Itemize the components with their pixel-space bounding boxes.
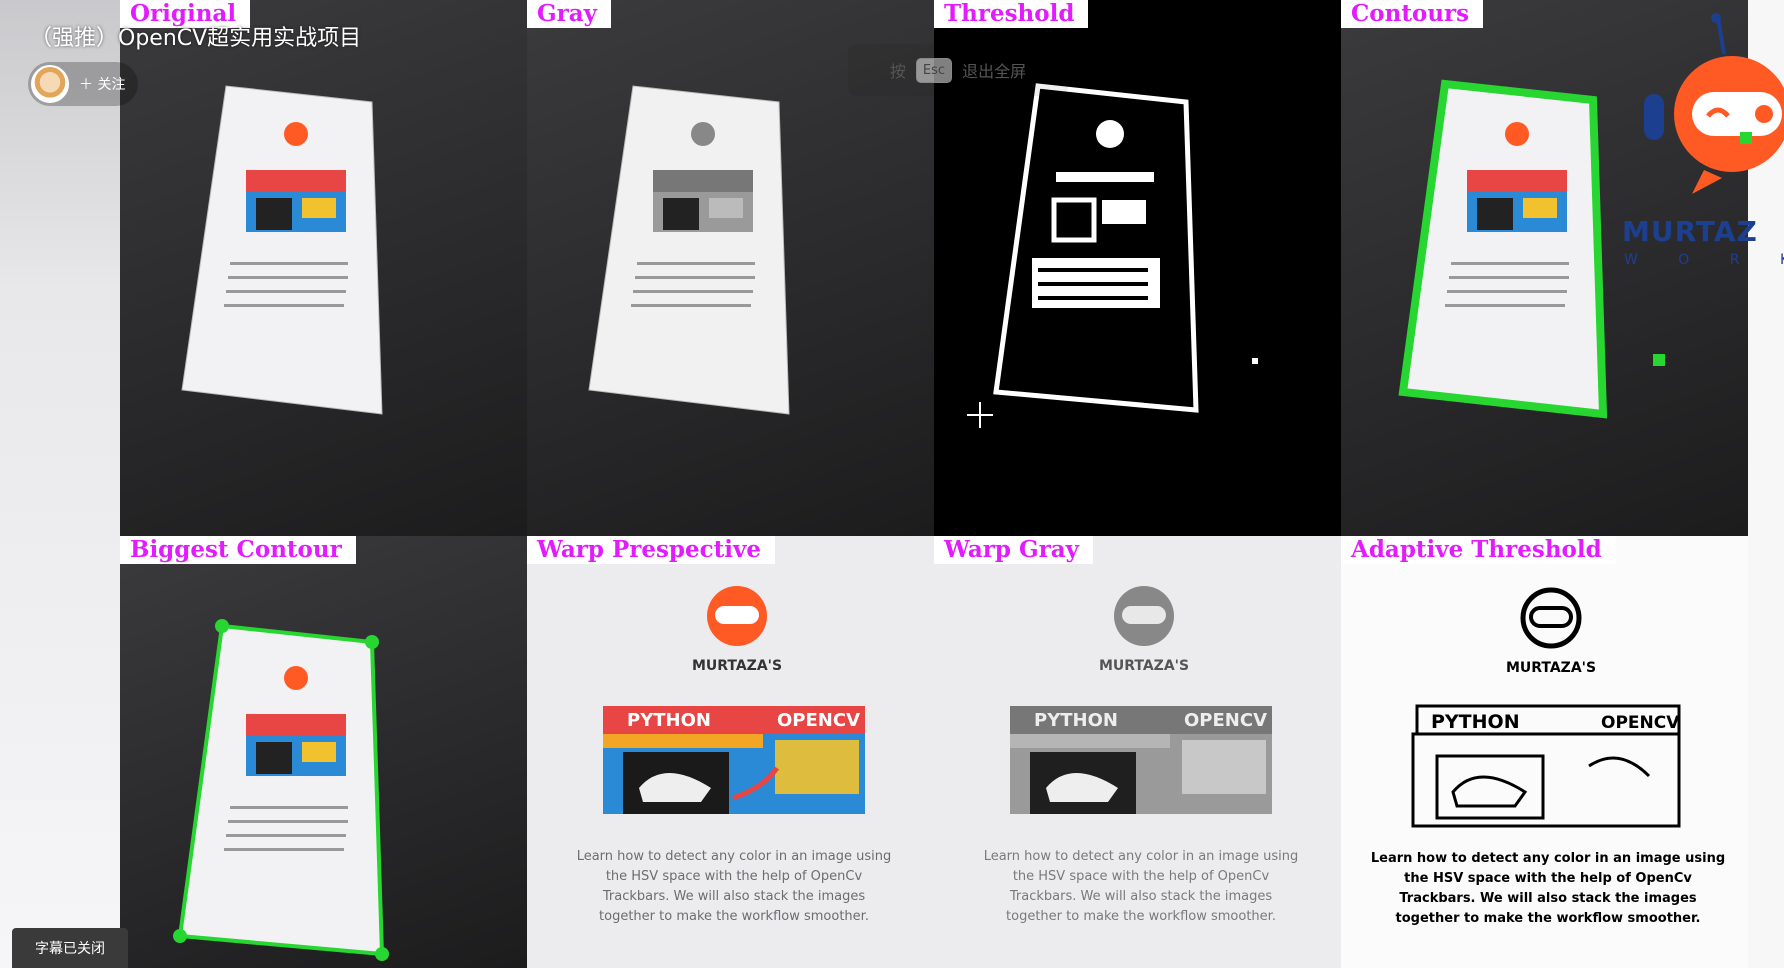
svg-text:PYTHON: PYTHON [1431,711,1520,733]
svg-text:MURTAZA'S: MURTAZA'S [1506,660,1596,676]
svg-text:Trackbars. We will also stack: Trackbars. We will also stack the images [602,889,865,904]
avatar[interactable] [31,65,69,103]
original-image [181,85,383,415]
warp-brand-text: MURTAZA'S [692,658,782,674]
esc-key: Esc [915,57,953,83]
panel-adaptive-threshold: Adaptive Threshold MURTAZA'S PYTHON OPEN… [1341,536,1748,968]
logo-subtext: W O R K S [1624,252,1784,268]
panel-label: Adaptive Threshold [1341,536,1616,564]
svg-text:MURTAZA'S: MURTAZA'S [1099,658,1189,674]
svg-text:together to make the workflow: together to make the workflow smoother. [1006,909,1276,924]
esc-hint-action: 退出全屏 [962,62,1027,81]
panel-label: Warp Prespective [527,536,776,564]
panel-warp-perspective: Warp Prespective MURTAZA'S PYTHON OPENCV… [527,536,934,968]
svg-text:Learn how to detect any color: Learn how to detect any color in an imag… [984,849,1299,864]
svg-text:Trackbars. We will also stack: Trackbars. We will also stack the images [1399,891,1697,906]
panel-label: Biggest Contour [120,536,356,564]
warp-gray-image: MURTAZA'S PYTHON OPENCV Learn how to det… [984,586,1299,924]
panel-label: Gray [527,0,612,28]
channel-logo: MURTAZ W O R K S [1620,10,1784,270]
svg-text:together to make the workflow: together to make the workflow smoother. [1396,911,1701,926]
video-title: （强推）OpenCV超实用实战项目 [30,26,362,51]
robot-logo-icon [1644,13,1784,194]
svg-text:Learn how to detect any color: Learn how to detect any color in an imag… [577,849,892,864]
warp-perspective-image: MURTAZA'S PYTHON OPENCV Learn how to det… [577,586,892,924]
svg-text:Learn how to detect any color: Learn how to detect any color in an imag… [1371,851,1725,866]
svg-text:OPENCV: OPENCV [777,710,860,731]
svg-text:PYTHON: PYTHON [627,710,711,731]
follow-button[interactable]: ＋ 关注 [79,74,125,94]
logo-text: MURTAZ [1622,215,1758,248]
svg-text:Trackbars. We will also stack: Trackbars. We will also stack the images [1009,889,1272,904]
svg-text:the HSV space with the help of: the HSV space with the help of OpenCv [1013,869,1270,884]
svg-text:OPENCV: OPENCV [1601,713,1680,733]
exit-fullscreen-hint: 按 Esc 退出全屏 [848,44,1068,96]
svg-text:OPENCV: OPENCV [1184,710,1267,731]
panel-label: Threshold [934,0,1089,28]
panel-label: Warp Gray [934,536,1093,564]
panel-original: Original [120,0,527,536]
result-grid: Original Gray Threshold Contours Biggest… [120,0,1748,968]
crosshair-icon [967,402,993,428]
panel-warp-gray: Warp Gray MURTAZA'S PYTHON OPENCV Learn … [934,536,1341,968]
svg-text:PYTHON: PYTHON [1034,710,1118,731]
adaptive-threshold-image: MURTAZA'S PYTHON OPENCV Learn how to det… [1371,587,1725,926]
svg-text:together to make the workflow: together to make the workflow smoother. [599,909,869,924]
svg-text:the HSV space with the help of: the HSV space with the help of OpenCv [606,869,863,884]
subtitle-toggle-button[interactable]: 字幕已关闭 [12,928,128,968]
esc-hint-press: 按 [889,62,906,81]
biggest-contour-image [173,619,389,961]
panel-biggest-contour: Biggest Contour [120,536,527,968]
panel-label: Contours [1341,0,1484,28]
left-backdrop [0,0,120,968]
svg-text:the HSV space with the help of: the HSV space with the help of OpenCv [1404,871,1692,886]
uploader-badge: ＋ 关注 [28,62,138,106]
